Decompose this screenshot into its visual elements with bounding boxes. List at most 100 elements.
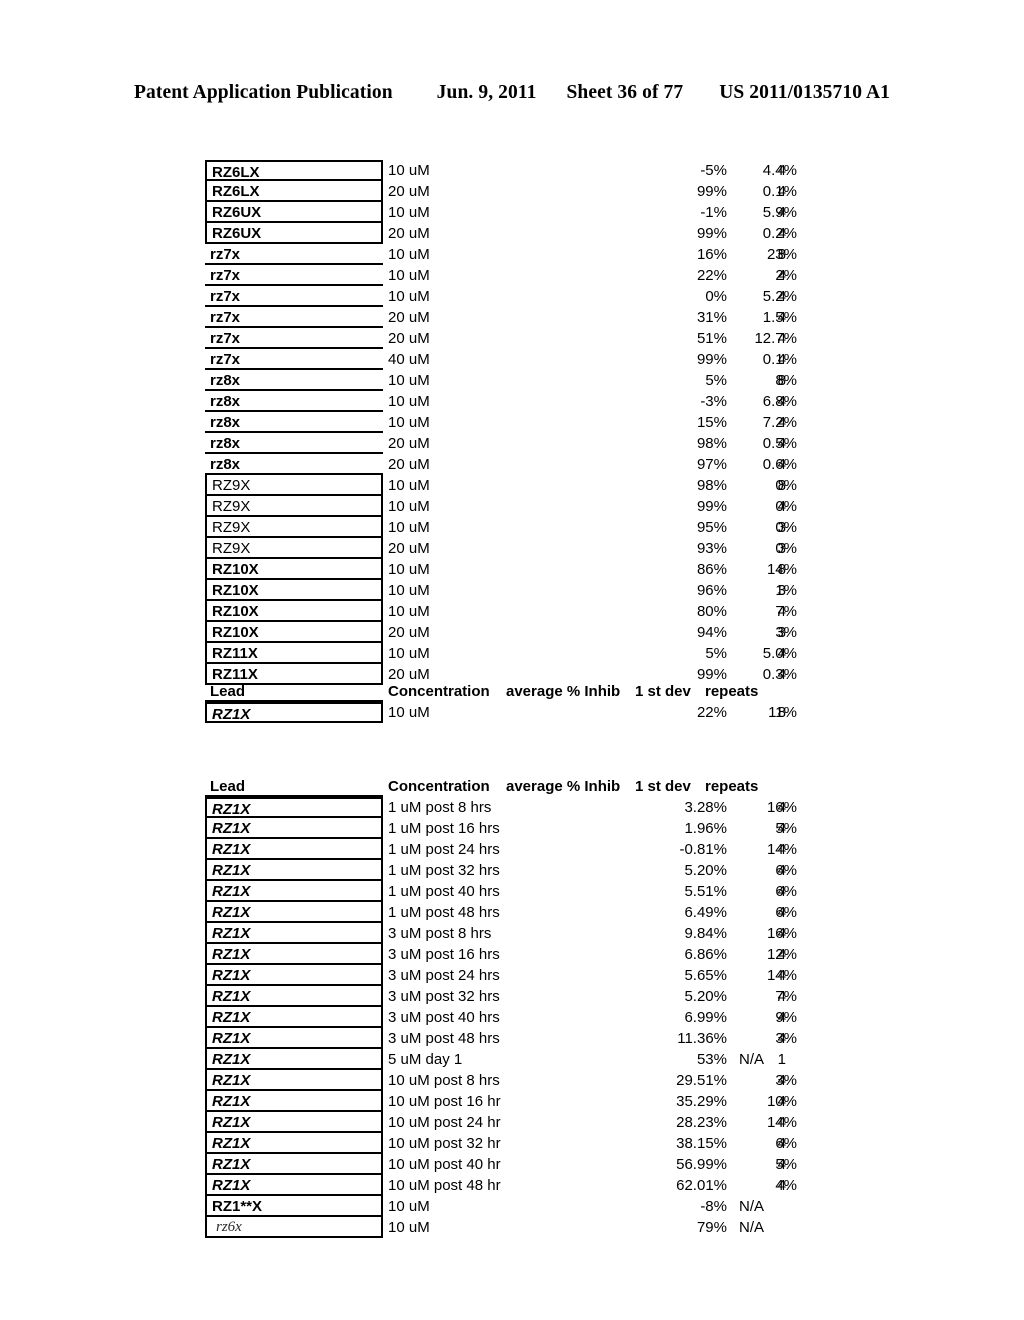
concentration-cell: 3 uM post 40 hrs [388, 1009, 500, 1026]
lead-name-cell: RZ1X [205, 1175, 383, 1196]
average-inhibition-cell: 5% [705, 645, 727, 662]
repeats-cell: 4 [777, 1114, 786, 1131]
lead-name-cell: rz7x [205, 265, 383, 286]
repeats-cell: 8 [777, 372, 786, 389]
concentration-cell: 20 uM [388, 456, 430, 473]
concentration-cell: 10 uM post 8 hrs [388, 1072, 500, 1089]
repeats-cell: 3 [777, 624, 786, 641]
repeats-cell: 1 [777, 1051, 786, 1068]
repeats-cell: 3 [777, 519, 786, 536]
average-inhibition-cell: 79% [696, 1219, 727, 1236]
concentration-cell: 1 uM post 48 hrs [388, 904, 500, 921]
lead-name-cell: RZ11X [205, 643, 383, 664]
concentration-cell: 20 uM [388, 435, 430, 452]
concentration-cell: 3 uM post 16 hrs [388, 946, 500, 963]
lead-name-cell: RZ9X [205, 538, 383, 559]
lead-name-cell: RZ1X [205, 923, 383, 944]
lead-name-cell: RZ1X [205, 965, 383, 986]
lead-name-cell: RZ1X [205, 1049, 383, 1070]
concentration-cell: 10 uM [388, 267, 430, 284]
average-inhibition-cell: 5% [705, 372, 727, 389]
lead-name-cell: RZ9X [205, 496, 383, 517]
page-header: Patent Application Publication Jun. 9, 2… [0, 82, 1024, 104]
concentration-cell: 10 uM [388, 561, 430, 578]
average-inhibition-cell: 5.65% [684, 967, 727, 984]
lead-name-cell: rz8x [205, 433, 383, 454]
average-inhibition-cell: 22% [696, 704, 727, 721]
concentration-cell: 10 uM [388, 645, 430, 662]
concentration-cell: 1 uM post 8 hrs [388, 799, 492, 816]
column-header-avg-inhib: average % Inhib [506, 778, 621, 795]
sheet-number: Sheet 36 of 77 [566, 82, 684, 103]
lead-name-cell: RZ1X [205, 1007, 383, 1028]
lead-name-cell: RZ1X [205, 1112, 383, 1133]
publication-label: Patent Application Publication [133, 82, 393, 103]
std-dev-cell: N/A [739, 1219, 765, 1236]
column-header-concentration: Concentration [388, 683, 490, 700]
average-inhibition-cell: 29.51% [676, 1072, 727, 1089]
average-inhibition-cell: 9.84% [684, 925, 727, 942]
lead-name-cell: RZ1X [205, 1028, 383, 1049]
lead-name-cell: RZ1X [205, 818, 383, 839]
repeats-cell: 3 [777, 540, 786, 557]
lead-name-cell: RZ10X [205, 580, 383, 601]
repeats-cell: 4 [777, 498, 786, 515]
repeats-cell: 4 [777, 841, 786, 858]
average-inhibition-cell: 6.86% [684, 946, 727, 963]
lead-name-cell: rz7x [205, 244, 383, 265]
lead-name-cell: RZ1X [205, 839, 383, 860]
repeats-cell: 4 [777, 456, 786, 473]
average-inhibition-cell: 1.96% [684, 820, 727, 837]
concentration-cell: 20 uM [388, 624, 430, 641]
lead-name-cell: RZ1X [205, 860, 383, 881]
lead-name-cell: RZ1X [205, 1133, 383, 1154]
concentration-cell: 10 uM [388, 1198, 430, 1215]
concentration-cell: 20 uM [388, 330, 430, 347]
concentration-cell: 10 uM [388, 414, 430, 431]
concentration-cell: 20 uM [388, 540, 430, 557]
repeats-cell: 4 [777, 162, 786, 179]
repeats-cell: 4 [777, 1009, 786, 1026]
concentration-cell: 10 uM post 48 hr [388, 1177, 501, 1194]
lead-name-cell: RZ1X [205, 1091, 383, 1112]
repeats-cell: 4 [777, 309, 786, 326]
concentration-cell: 3 uM post 32 hrs [388, 988, 500, 1005]
concentration-cell: 10 uM [388, 498, 430, 515]
average-inhibition-cell: 22% [696, 267, 727, 284]
average-inhibition-cell: 86% [696, 561, 727, 578]
repeats-cell: 4 [777, 820, 786, 837]
lead-name-cell: rz6x [205, 1217, 383, 1238]
lead-name-cell: RZ1X [205, 902, 383, 923]
repeats-cell: 4 [777, 988, 786, 1005]
average-inhibition-cell: 98% [696, 435, 727, 452]
repeats-cell: 4 [777, 1072, 786, 1089]
average-inhibition-cell: 35.29% [676, 1093, 727, 1110]
repeats-cell: 4 [777, 204, 786, 221]
lead-name-cell: rz8x [205, 412, 383, 433]
average-inhibition-cell: -8% [700, 1198, 727, 1215]
repeats-cell: 4 [777, 799, 786, 816]
average-inhibition-cell: 99% [696, 498, 727, 515]
average-inhibition-cell: -3% [700, 393, 727, 410]
concentration-cell: 10 uM [388, 288, 430, 305]
repeats-cell: 4 [777, 967, 786, 984]
lead-name-cell: RZ10X [205, 622, 383, 643]
lead-name-cell: RZ1X [205, 1070, 383, 1091]
column-header-repeats: repeats [705, 683, 759, 700]
repeats-cell: 4 [777, 330, 786, 347]
concentration-cell: 10 uM [388, 393, 430, 410]
concentration-cell: 20 uM [388, 183, 430, 200]
concentration-cell: 20 uM [388, 309, 430, 326]
concentration-cell: 40 uM [388, 351, 430, 368]
average-inhibition-cell: 5.51% [684, 883, 727, 900]
concentration-cell: 10 uM [388, 603, 430, 620]
column-header-lead: Lead [205, 681, 383, 702]
average-inhibition-cell: 6.49% [684, 904, 727, 921]
average-inhibition-cell: -0.81% [679, 841, 727, 858]
column-header-avg-inhib: average % Inhib [506, 683, 621, 700]
repeats-cell: 4 [777, 225, 786, 242]
repeats-cell: 4 [777, 288, 786, 305]
lead-name-cell: RZ1X [205, 1154, 383, 1175]
average-inhibition-cell: 93% [696, 540, 727, 557]
average-inhibition-cell: 96% [696, 582, 727, 599]
